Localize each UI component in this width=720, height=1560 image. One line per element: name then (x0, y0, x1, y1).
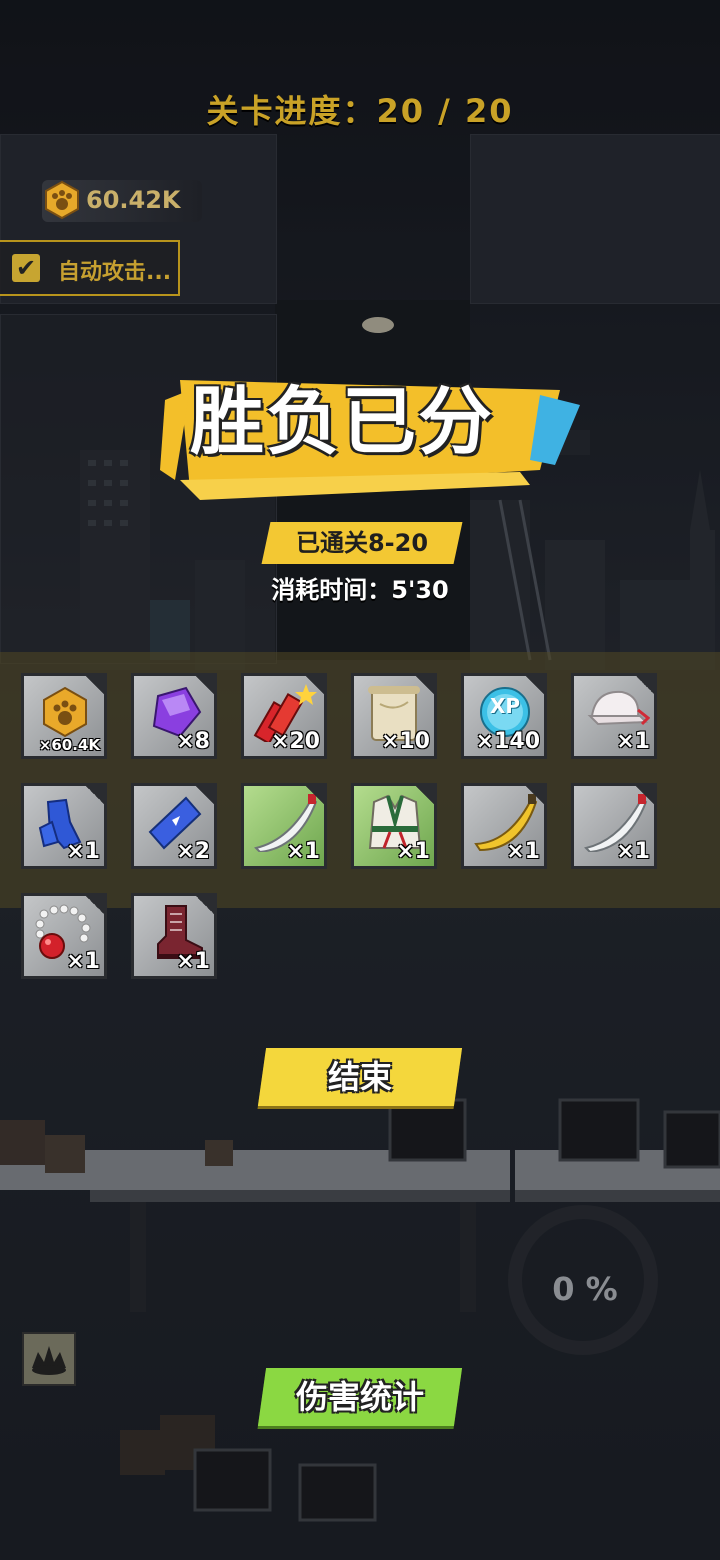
auto-attack-label: 自动攻击... (58, 260, 172, 285)
reward-count: ×2 (176, 839, 210, 864)
reward-item-martial-arts-robe[interactable]: ×1 (351, 783, 437, 869)
item-corner-decoration (194, 786, 214, 806)
item-corner-decoration (304, 786, 324, 806)
time-used-label: 消耗时间：5'30 (271, 576, 449, 604)
reward-item-silver-blade[interactable]: ×1 (241, 783, 327, 869)
stage-cleared-label: 已通关8-20 (295, 529, 429, 557)
reward-count: ×1 (506, 839, 540, 864)
reward-count: ×1 (616, 839, 650, 864)
item-corner-decoration (414, 676, 434, 696)
item-corner-decoration (84, 896, 104, 916)
stage-progress-label: 关卡进度：20 / 20 (206, 92, 514, 130)
reward-item-silver-blade-2[interactable]: ×1 (571, 783, 657, 869)
checkbox-checked-icon[interactable]: ✔ (12, 254, 40, 282)
coin-amount: 60.42K (86, 186, 181, 214)
reward-item-bead-necklace[interactable]: ×1 (21, 893, 107, 979)
end-button-label[interactable]: 结束 (262, 1048, 458, 1106)
reward-count: ×140 (475, 729, 540, 754)
reward-count: ×1 (66, 949, 100, 974)
item-corner-decoration (84, 786, 104, 806)
xp-badge-label: XP (490, 694, 521, 718)
reward-item-scroll[interactable]: ×10 (351, 673, 437, 759)
item-corner-decoration (634, 786, 654, 806)
item-corner-decoration (194, 676, 214, 696)
reward-item-blue-gloves[interactable]: ×1 (21, 783, 107, 869)
reward-count: ×1 (396, 839, 430, 864)
reward-count: ×1 (66, 839, 100, 864)
reward-item-blue-ticket[interactable]: ×2 (131, 783, 217, 869)
result-title: 胜负已分 (190, 379, 494, 465)
crown-spikes-icon (32, 1346, 66, 1375)
reward-count: ×1 (176, 949, 210, 974)
reward-item-paw-coin[interactable]: ×60.4K (21, 673, 107, 759)
result-overlay-dim (0, 0, 720, 1560)
item-corner-decoration (634, 676, 654, 696)
reward-count: ×1 (616, 729, 650, 754)
reward-item-red-boot[interactable]: ×1 (131, 893, 217, 979)
item-corner-decoration (84, 676, 104, 696)
skill-slot-icon[interactable] (22, 1332, 76, 1386)
reward-count: ×20 (270, 729, 320, 754)
charge-percent: 0 % (552, 1270, 618, 1308)
reward-count: ×1 (286, 839, 320, 864)
reward-count: ×8 (176, 729, 210, 754)
reward-item-firecracker[interactable]: ×20 (241, 673, 327, 759)
auto-attack-toggle[interactable]: ✔ 自动攻击... (0, 240, 180, 296)
paw-coin-icon (45, 180, 79, 220)
reward-count: ×60.4K (38, 736, 100, 754)
item-corner-decoration (524, 786, 544, 806)
item-corner-decoration (414, 786, 434, 806)
damage-stats-label[interactable]: 伤害统计 (262, 1368, 458, 1426)
reward-item-golden-blade[interactable]: ×1 (461, 783, 547, 869)
item-corner-decoration (304, 676, 324, 696)
reward-count: ×10 (380, 729, 430, 754)
coin-counter: 60.42K (42, 180, 202, 222)
reward-item-white-cap[interactable]: ×1 (571, 673, 657, 759)
item-corner-decoration (524, 676, 544, 696)
item-corner-decoration (194, 896, 214, 916)
reward-item-xp-orb[interactable]: XP ×140 (461, 673, 547, 759)
reward-item-purple-gem[interactable]: ×8 (131, 673, 217, 759)
